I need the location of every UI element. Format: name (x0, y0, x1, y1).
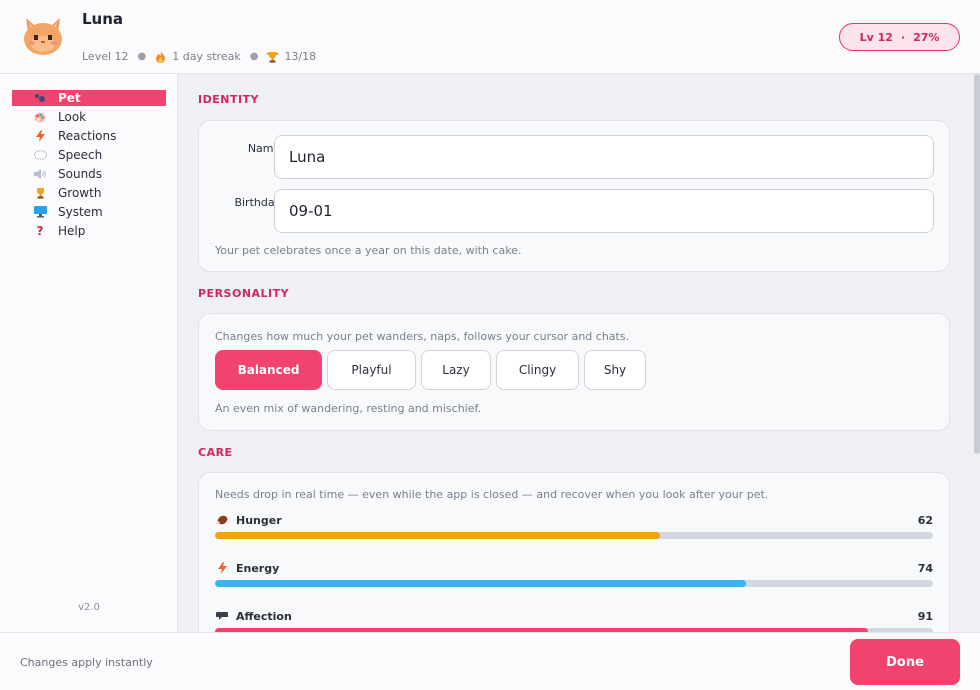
footer-status-text: Changes apply instantly (20, 656, 153, 669)
lightning-icon (215, 562, 229, 574)
sidebar-item-speech[interactable]: Speech (12, 147, 166, 163)
streak-text: 1 day streak (172, 50, 241, 63)
level-badge-progress: 27% (913, 30, 940, 44)
need-value: 91 (917, 609, 933, 623)
footer: Changes apply instantly Done (0, 632, 980, 690)
sidebar-item-label: System (58, 205, 103, 219)
scrollbar[interactable] (974, 74, 980, 454)
personality-option-shy[interactable]: Shy (584, 350, 646, 390)
personality-option-balanced[interactable]: Balanced (215, 350, 322, 390)
sidebar-item-label: Growth (58, 186, 102, 200)
sidebar-item-label: Help (58, 224, 86, 238)
birthday-helper-text: Your pet celebrates once a year on this … (215, 244, 522, 257)
level-badge-separator: · (900, 30, 906, 44)
speaker-icon (30, 169, 50, 179)
palette-icon (30, 112, 50, 123)
need-label: Affection (236, 609, 292, 623)
need-energy: Energy 74 (215, 561, 933, 575)
sidebar-item-sounds[interactable]: Sounds (12, 166, 166, 182)
sidebar-item-help[interactable]: ? Help (12, 223, 166, 239)
level-text: Level 12 (82, 50, 129, 63)
sidebar-item-pet[interactable]: Pet (12, 90, 166, 106)
personality-helper-text: An even mix of wandering, resting and mi… (215, 402, 482, 415)
need-label: Energy (236, 561, 280, 575)
sidebar-item-label: Sounds (58, 167, 103, 181)
hunger-bar-fill (215, 532, 661, 539)
personality-option-lazy[interactable]: Lazy (421, 350, 491, 390)
settings-panel[interactable]: IDENTITY Name: Luna Birthday: 09-01 Your… (178, 74, 980, 632)
identity-card: Name: Luna Birthday: 09-01 Your pet cele… (198, 120, 950, 272)
heart-icon (215, 611, 229, 621)
paw-icon (30, 93, 50, 103)
sidebar: Pet Look Reactions Speech Sounds Growth … (0, 74, 178, 632)
need-hunger: Hunger 62 (215, 513, 933, 527)
sidebar-item-reactions[interactable]: Reactions (12, 128, 166, 144)
identity-section-title: IDENTITY (198, 93, 260, 106)
trophies-text: 13/18 (284, 50, 317, 63)
care-card: Needs drop in real time — even while the… (198, 472, 950, 632)
sidebar-item-label: Pet (58, 91, 81, 105)
pet-avatar (24, 18, 62, 55)
need-affection: Affection 91 (215, 609, 933, 623)
energy-bar-fill (215, 580, 747, 587)
monitor-icon (30, 206, 50, 218)
app-version: v2.0 (78, 602, 100, 613)
speech-bubble-icon (30, 149, 50, 161)
sidebar-item-system[interactable]: System (12, 204, 166, 220)
app-header: Luna Level 12 ● 1 day streak ● 13/18 Lv … (0, 0, 980, 74)
need-label: Hunger (236, 513, 282, 527)
done-button[interactable]: Done (850, 639, 960, 685)
level-badge-level: Lv 12 (859, 30, 893, 44)
energy-bar (215, 580, 933, 587)
personality-option-playful[interactable]: Playful (327, 350, 416, 390)
level-badge: Lv 12 · 27% (839, 23, 960, 51)
hunger-bar (215, 532, 933, 539)
personality-card: Changes how much your pet wanders, naps,… (198, 313, 950, 431)
sidebar-item-label: Look (58, 110, 87, 124)
sidebar-item-label: Speech (58, 148, 103, 162)
pet-name: Luna (82, 10, 124, 28)
food-icon (215, 515, 229, 526)
care-description: Needs drop in real time — even while the… (215, 488, 769, 501)
personality-section-title: PERSONALITY (198, 287, 290, 300)
question-icon: ? (36, 224, 44, 238)
need-value: 62 (917, 513, 933, 527)
personality-option-clingy[interactable]: Clingy (496, 350, 579, 390)
lightning-icon (30, 130, 50, 142)
separator-dot: ● (249, 51, 259, 62)
care-section-title: CARE (198, 446, 233, 459)
trophy-icon (30, 187, 50, 199)
need-value: 74 (917, 561, 933, 575)
sidebar-item-growth[interactable]: Growth (12, 185, 166, 201)
name-input[interactable]: Luna (274, 135, 934, 179)
pet-stats: Level 12 ● 1 day streak ● 13/18 (82, 50, 316, 63)
personality-description: Changes how much your pet wanders, naps,… (215, 330, 630, 343)
trophy-icon (267, 51, 279, 63)
sidebar-item-look[interactable]: Look (12, 109, 166, 125)
birthday-input[interactable]: 09-01 (274, 189, 934, 233)
flame-icon (155, 50, 166, 63)
separator-dot: ● (137, 51, 147, 62)
sidebar-item-label: Reactions (58, 129, 117, 143)
